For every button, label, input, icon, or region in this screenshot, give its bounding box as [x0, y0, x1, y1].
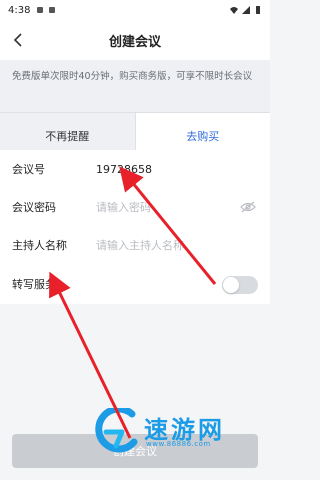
- transcription-row: 转写服务: [0, 264, 270, 304]
- back-button[interactable]: [8, 30, 28, 50]
- toggle-knob: [223, 277, 239, 293]
- back-arrow-icon: [13, 33, 22, 47]
- transcription-label: 转写服务: [12, 278, 56, 291]
- signal-icon: [242, 6, 250, 14]
- status-right-icons: [230, 6, 262, 14]
- status-bar: 4:38: [0, 0, 270, 20]
- host-name-label: 主持人名称: [12, 239, 67, 252]
- host-name-input[interactable]: [96, 238, 236, 252]
- meeting-form: 会议号 19728658 会议密码 主持人名称: [0, 150, 270, 264]
- watermark-logo-icon: [95, 408, 138, 453]
- notice-text: 免费版单次限时40分钟，购买商务版，可享不限时长会议: [12, 71, 253, 82]
- password-row: 会议密码: [0, 188, 270, 226]
- status-time: 4:38: [8, 4, 31, 16]
- notification-icon-2: [49, 7, 56, 13]
- wifi-icon: [230, 7, 238, 14]
- page-title: 创建会议: [108, 34, 161, 50]
- status-left-icons: [36, 6, 56, 14]
- password-input[interactable]: [96, 200, 236, 214]
- upgrade-notice: 免费版单次限时40分钟，购买商务版，可享不限时长会议 不再提醒 去购买: [0, 60, 270, 158]
- eye-off-icon[interactable]: [240, 201, 256, 213]
- meeting-id-value: 19728658: [96, 162, 152, 176]
- meeting-id-label: 会议号: [12, 163, 45, 176]
- site-watermark: 速游网 www.86886.com: [92, 408, 254, 456]
- notification-icon: [37, 7, 44, 13]
- password-label: 会议密码: [12, 201, 56, 214]
- watermark-url: www.86886.com: [146, 440, 211, 448]
- transcription-toggle[interactable]: [222, 276, 258, 294]
- host-name-row: 主持人名称: [0, 226, 270, 264]
- battery-icon: [256, 6, 260, 14]
- meeting-id-row: 会议号 19728658: [0, 150, 270, 188]
- nav-bar: 创建会议: [0, 20, 270, 60]
